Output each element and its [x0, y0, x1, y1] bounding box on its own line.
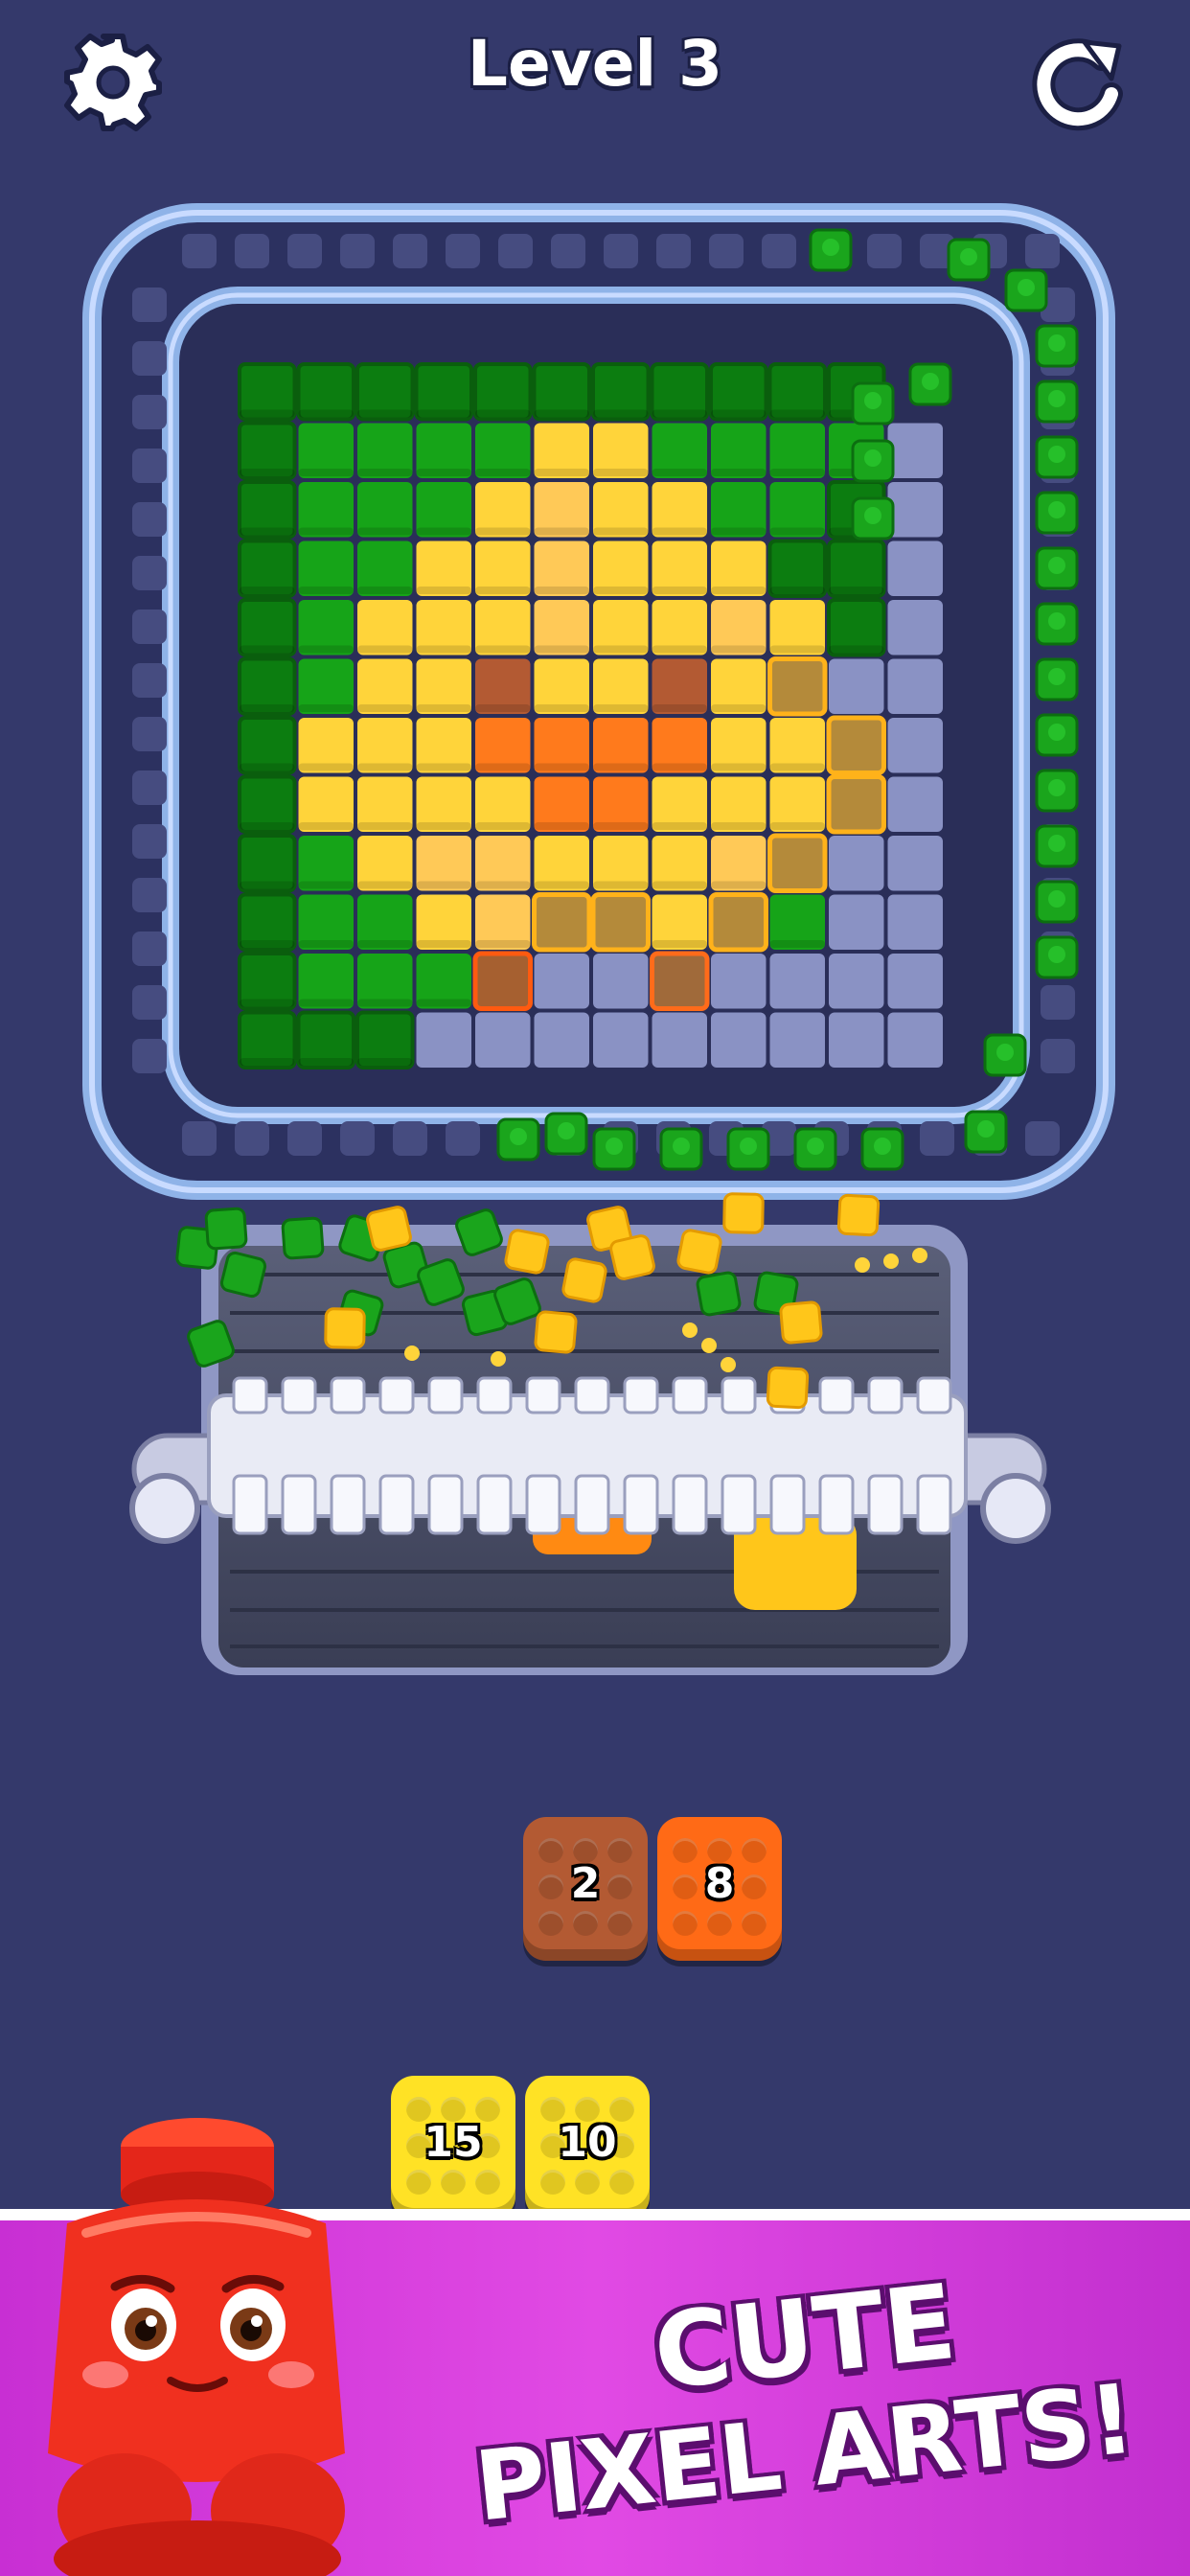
- block-stud: [540, 2170, 565, 2195]
- block-stud: [742, 1911, 767, 1936]
- yellow-debris: [366, 1206, 412, 1252]
- yellow-debris: [534, 1310, 578, 1354]
- yellow-debris: [676, 1229, 722, 1275]
- shredder-machine: [129, 1192, 1051, 1675]
- yellow-debris: [766, 1366, 810, 1410]
- yellow-debris: [779, 1300, 823, 1345]
- block-stud: [475, 2170, 500, 2195]
- red-block-mascot: [48, 2118, 345, 2576]
- block-stud: [573, 1911, 598, 1936]
- promo-text: CUTE PIXEL ARTS!: [450, 2263, 1159, 2543]
- block-count: 8: [704, 1859, 735, 1908]
- block-stud: [538, 1911, 563, 1936]
- block-count: 10: [558, 2118, 617, 2167]
- yellow-debris: [609, 1234, 655, 1280]
- yellow-debris: [722, 1192, 765, 1234]
- yellow-block-counter[interactable]: 10: [525, 2076, 650, 2220]
- block-stud: [607, 1911, 632, 1936]
- yellow-debris: [324, 1307, 366, 1349]
- brown-block-counter[interactable]: 2: [523, 1817, 648, 1961]
- block-stud: [575, 2170, 600, 2195]
- block-stud: [609, 2170, 634, 2195]
- orange-block-counter[interactable]: 8: [657, 1817, 782, 1961]
- yellow-debris: [836, 1193, 881, 1237]
- green-debris: [219, 1251, 267, 1299]
- yellow-debris: [504, 1229, 550, 1275]
- block-stud: [673, 1911, 698, 1936]
- block-count: 2: [570, 1859, 601, 1908]
- yellow-debris: [561, 1257, 607, 1303]
- green-debris: [696, 1271, 742, 1317]
- block-stud: [441, 2170, 466, 2195]
- block-stud: [707, 1911, 732, 1936]
- green-debris: [204, 1207, 248, 1251]
- green-debris: [281, 1216, 325, 1260]
